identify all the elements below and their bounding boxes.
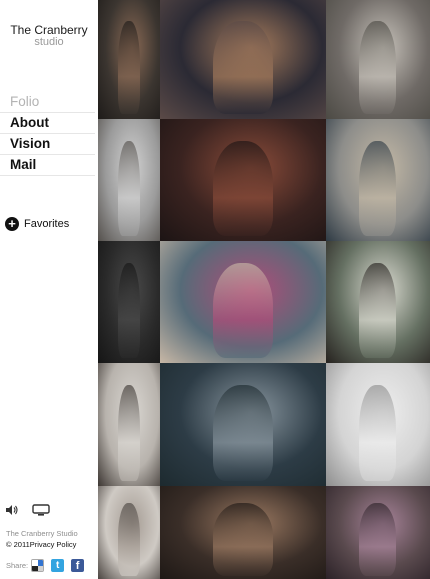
photo-man-profile-white-shirt[interactable] <box>98 119 160 241</box>
photo-subject <box>359 21 396 114</box>
photo-woman-lying-street-night[interactable] <box>160 119 326 241</box>
nav-item-mail[interactable]: Mail <box>0 155 95 176</box>
photo-subject <box>213 141 273 236</box>
favorites-label: Favorites <box>24 217 70 230</box>
footer: The Cranberry Studio © 2011Privacy Polic… <box>6 529 98 550</box>
photo-subject <box>213 263 273 358</box>
photo-subject <box>213 385 273 481</box>
photo-woman-lace-blouse[interactable] <box>326 241 430 363</box>
nav-item-folio[interactable]: Folio <box>0 92 95 113</box>
media-controls <box>5 503 50 517</box>
photo-subject <box>213 503 273 576</box>
share-label: Share: <box>6 561 29 570</box>
photo-subject <box>118 141 140 236</box>
photo-couple-pink-dress[interactable] <box>160 241 326 363</box>
delicious-icon[interactable] <box>31 559 45 572</box>
photo-subject <box>213 21 273 114</box>
facebook-icon[interactable]: f <box>71 559 85 572</box>
photo-dark-partial-portrait[interactable] <box>98 241 160 363</box>
main-nav: Folio About Vision Mail <box>0 92 95 176</box>
privacy-policy-link[interactable]: Privacy Policy <box>30 540 77 549</box>
favorites-button[interactable]: + Favorites <box>5 215 69 232</box>
brand-sub: studio <box>34 36 64 48</box>
photo-woman-dark-hair-sepia[interactable] <box>160 486 326 579</box>
photo-woman-blonde-city-night[interactable] <box>326 486 430 579</box>
share-bar: Share: t f <box>6 559 91 572</box>
photo-grid <box>98 0 430 579</box>
photo-woman-sitting-street-night[interactable] <box>160 0 326 119</box>
photo-back-portrait-bw[interactable] <box>98 486 160 579</box>
speaker-icon[interactable] <box>5 503 19 517</box>
logo[interactable]: The Cranberry studio <box>6 24 92 48</box>
photo-man-partial-light[interactable] <box>98 363 160 486</box>
nav-item-about[interactable]: About <box>0 113 95 134</box>
photo-subject <box>359 263 396 358</box>
photo-subject <box>359 141 396 236</box>
photo-subject <box>118 263 140 358</box>
photo-subject <box>118 385 140 481</box>
photo-woman-dark-hair-portrait[interactable] <box>98 0 160 119</box>
sidebar: The Cranberry studio Folio About Vision … <box>0 0 98 579</box>
screen-icon[interactable] <box>32 503 50 517</box>
footer-copyright: © 2011 <box>6 540 30 549</box>
photo-subject <box>118 21 140 114</box>
photo-dancer-white-studio[interactable] <box>326 363 430 486</box>
photo-subject <box>359 385 396 481</box>
photo-woman-white-dress-field[interactable] <box>326 0 430 119</box>
nav-item-vision[interactable]: Vision <box>0 134 95 155</box>
footer-copyright-line: © 2011Privacy Policy <box>6 539 98 550</box>
photo-woman-shoes-city[interactable] <box>326 119 430 241</box>
photo-subject <box>118 503 140 576</box>
photo-woman-blue-gown-dusk[interactable] <box>160 363 326 486</box>
twitter-icon[interactable]: t <box>51 559 65 572</box>
footer-studio: The Cranberry Studio <box>6 529 78 538</box>
photo-subject <box>359 503 396 576</box>
plus-icon: + <box>5 216 19 231</box>
